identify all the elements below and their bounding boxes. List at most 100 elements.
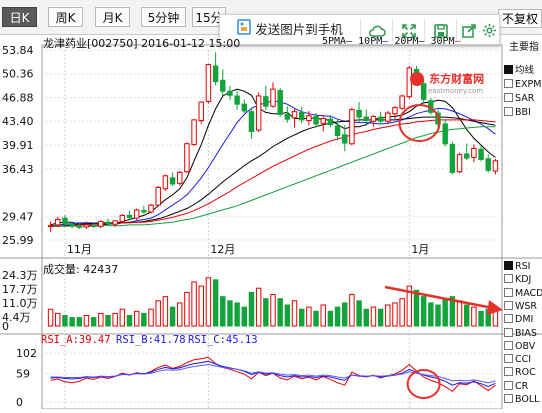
indicator-item-label: MACD <box>515 287 542 299</box>
volume-bar <box>399 298 405 327</box>
volume-bar <box>177 302 183 327</box>
candle-body <box>169 177 176 185</box>
candle-body <box>478 148 484 160</box>
rsi-a-label: RSI_A:39.47 <box>41 334 111 346</box>
indicator-item-label: KDJ <box>515 274 532 286</box>
candle-body <box>471 148 477 158</box>
indicator-item-cr[interactable]: CR <box>504 380 542 392</box>
indicator-item-label: ROC <box>515 367 536 379</box>
volume-bar <box>241 306 248 327</box>
candle-body <box>62 217 68 225</box>
overlay-item-sar[interactable]: SAR <box>504 93 542 104</box>
checkbox-icon <box>504 300 513 310</box>
indicator-item-cci[interactable]: CCI <box>504 354 542 365</box>
volume-bar <box>385 304 391 327</box>
volume-bar <box>62 315 68 327</box>
ma5-legend: 5PMA <box>322 36 347 47</box>
y-tick-label: 46.88 <box>2 91 34 104</box>
candle-body <box>162 175 169 190</box>
tab-monthly-k[interactable]: 月K <box>95 7 130 27</box>
volume-bar <box>119 308 126 327</box>
volume-y-tick-label: 24.3万 <box>2 269 38 282</box>
indicator-item-macd[interactable]: MACD <box>504 287 542 299</box>
tab-daily-k[interactable]: 日K <box>2 7 37 27</box>
volume-y-tick-label: 11.0万 <box>2 297 38 310</box>
overlay-item-expm[interactable]: EXPM <box>504 79 542 90</box>
candle-body <box>463 153 470 159</box>
candle-body <box>284 113 291 120</box>
volume-bar <box>356 300 362 327</box>
candle-body <box>112 220 118 225</box>
volume-bar <box>456 300 463 327</box>
indicator-item-bias[interactable]: BIAS <box>504 327 542 339</box>
indicator-item-wsr[interactable]: WSR <box>504 300 542 312</box>
candle-body <box>119 214 126 223</box>
candle-body <box>141 210 147 213</box>
volume-bar <box>227 300 233 327</box>
volume-bar <box>320 304 326 327</box>
volume-y-tick-label: 0 <box>2 320 9 333</box>
x-tick-label: 12月 <box>210 243 235 256</box>
volume-bar <box>435 304 441 327</box>
checkbox-icon <box>504 394 513 403</box>
candle-body <box>370 115 377 122</box>
y-tick-label: 36.43 <box>2 163 34 176</box>
y-tick-label: 25.99 <box>2 234 34 247</box>
overlay-item-ma[interactable]: 均线 <box>504 65 542 76</box>
checkbox-icon <box>504 380 513 390</box>
indicator-item-label: BIAS <box>515 327 537 339</box>
price-adjust-select[interactable]: 不复权 <box>498 9 542 28</box>
volume-bar <box>76 317 83 327</box>
volume-bar <box>105 315 111 327</box>
candle-body <box>105 221 111 225</box>
rsi-line-0 <box>50 356 496 393</box>
rsi-c-label: RSI_C:45.13 <box>188 334 258 346</box>
indicator-item-boll[interactable]: BOLL <box>504 394 542 405</box>
candle-body <box>212 65 219 83</box>
ma-line-2 <box>50 116 496 227</box>
volume-bar <box>47 308 54 327</box>
rsi-y-tick-label: 0 <box>16 396 23 409</box>
candle-body <box>291 111 298 119</box>
ma-overflow-label: 主要指 <box>509 42 539 53</box>
volume-bar <box>420 296 427 327</box>
volume-bar <box>413 289 420 327</box>
indicator-item-roc[interactable]: ROC <box>504 367 542 378</box>
volume-bar <box>298 308 305 327</box>
candle-body <box>363 116 369 122</box>
candle-body <box>334 125 341 137</box>
volume-bar <box>212 279 219 327</box>
candle-body <box>385 112 391 122</box>
overlay-item-bbi[interactable]: BBI <box>504 107 542 118</box>
indicator-item-label: CR <box>515 380 529 392</box>
volume-bar <box>248 291 255 327</box>
volume-bar <box>90 317 97 327</box>
volume-bar <box>313 310 319 327</box>
y-tick-label: 53.84 <box>2 44 34 57</box>
candle-body <box>485 158 491 171</box>
checkbox-icon <box>504 65 513 74</box>
candle-body <box>83 224 90 228</box>
indicator-item-kdj[interactable]: KDJ <box>504 274 542 285</box>
ma-line-4 <box>50 126 496 227</box>
volume-bar <box>270 294 276 327</box>
indicator-item-label: RSI <box>515 261 531 272</box>
indicator-item-dmi[interactable]: DMI <box>504 314 542 325</box>
x-tick-label: 11月 <box>67 243 92 256</box>
volume-bar <box>133 310 140 327</box>
indicator-item-label: OBV <box>515 340 536 352</box>
volume-bar <box>169 306 176 327</box>
checkbox-icon <box>504 93 513 102</box>
candle-body <box>90 225 97 228</box>
volume-bar <box>363 308 369 327</box>
indicator-item-obv[interactable]: OBV <box>504 340 542 352</box>
volume-bar <box>284 304 291 327</box>
candle-body <box>313 115 319 125</box>
candle-body <box>205 64 212 102</box>
indicator-item-rsi[interactable]: RSI <box>504 261 542 272</box>
volume-bar <box>55 312 61 327</box>
tab-weekly-k[interactable]: 周K <box>48 7 83 27</box>
tab-5min[interactable]: 5分钟 <box>141 7 186 27</box>
eastmoney-logo-icon <box>410 71 424 86</box>
volume-bar <box>220 296 226 327</box>
